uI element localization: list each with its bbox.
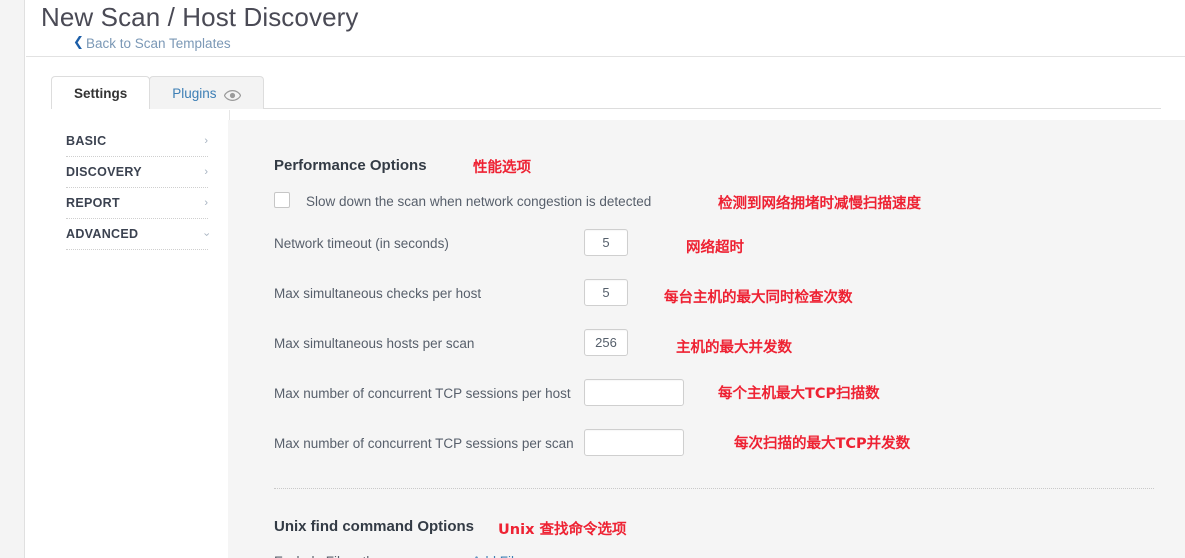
max-hosts-per-scan-annotation: 主机的最大并发数 xyxy=(676,340,792,356)
sidebar-item-advanced[interactable]: ADVANCED › xyxy=(66,219,213,250)
sidebar-item-report-label: REPORT xyxy=(66,196,120,210)
sidebar-item-discovery[interactable]: DISCOVERY › xyxy=(66,157,208,188)
max-tcp-sessions-per-host-label: Max number of concurrent TCP sessions pe… xyxy=(274,386,571,401)
network-timeout-label: Network timeout (in seconds) xyxy=(274,236,449,251)
max-checks-per-host-label: Max simultaneous checks per host xyxy=(274,286,482,301)
tab-plugins-label: Plugins xyxy=(172,85,217,101)
chevron-left-icon: ❮ xyxy=(73,34,84,49)
sidebar-item-advanced-label: ADVANCED xyxy=(66,227,139,241)
network-timeout-annotation: 网络超时 xyxy=(686,240,744,256)
section-divider xyxy=(274,488,1154,489)
unix-find-options-title-annotation: Unix 查找命令选项 xyxy=(498,522,627,538)
settings-body: BASIC › DISCOVERY › REPORT › ADVANCED › … xyxy=(26,110,1185,558)
chevron-down-icon: › xyxy=(200,232,213,236)
max-tcp-sessions-per-scan-annotation: 每次扫描的最大TCP并发数 xyxy=(734,436,911,452)
back-to-scan-templates-link[interactable]: Back to Scan Templates xyxy=(86,36,231,51)
network-timeout-input[interactable] xyxy=(584,229,628,256)
unix-find-options-title: Unix find command Options xyxy=(274,518,475,535)
tab-plugins[interactable]: Plugins xyxy=(149,76,264,109)
max-tcp-sessions-per-scan-input[interactable] xyxy=(584,429,684,456)
slow-down-scan-annotation: 检测到网络拥堵时减慢扫描速度 xyxy=(718,196,921,212)
page-header: New Scan / Host Discovery ❮ Back to Scan… xyxy=(26,0,1185,57)
sidebar-item-discovery-label: DISCOVERY xyxy=(66,165,142,179)
tab-settings-label: Settings xyxy=(74,85,128,101)
max-hosts-per-scan-label: Max simultaneous hosts per scan xyxy=(274,336,475,351)
exclude-filepath-label: Exclude Filepath xyxy=(274,554,374,558)
settings-sidebar: BASIC › DISCOVERY › REPORT › ADVANCED › xyxy=(66,126,213,250)
max-checks-per-host-input[interactable] xyxy=(584,279,628,306)
max-checks-per-host-annotation: 每台主机的最大同时检查次数 xyxy=(664,290,853,306)
chevron-right-icon: › xyxy=(204,196,208,209)
tab-settings[interactable]: Settings xyxy=(51,76,151,109)
max-tcp-sessions-per-host-input[interactable] xyxy=(584,379,684,406)
scan-configuration-page: New Scan / Host Discovery ❮ Back to Scan… xyxy=(0,0,1185,558)
chevron-right-icon: › xyxy=(204,165,208,178)
max-hosts-per-scan-input[interactable] xyxy=(584,329,628,356)
slow-down-scan-label: Slow down the scan when network congesti… xyxy=(306,194,652,209)
sidebar-item-report[interactable]: REPORT › xyxy=(66,188,208,219)
slow-down-scan-checkbox[interactable] xyxy=(274,192,290,208)
sidebar-item-basic[interactable]: BASIC › xyxy=(66,126,208,157)
max-tcp-sessions-per-scan-label: Max number of concurrent TCP sessions pe… xyxy=(274,436,574,451)
tab-bar: Settings Plugins xyxy=(26,57,1185,110)
add-file-link[interactable]: Add File xyxy=(472,554,522,558)
performance-options-title-annotation: 性能选项 xyxy=(473,160,531,176)
page-title: New Scan / Host Discovery xyxy=(41,2,359,32)
tab-strip: Settings Plugins xyxy=(51,76,264,109)
left-gutter xyxy=(0,0,25,558)
performance-options-title: Performance Options xyxy=(274,157,427,174)
tab-active-mask xyxy=(52,108,142,110)
chevron-right-icon: › xyxy=(204,134,208,147)
sidebar-item-basic-label: BASIC xyxy=(66,134,107,148)
max-tcp-sessions-per-host-annotation: 每个主机最大TCP扫描数 xyxy=(718,386,880,402)
settings-panel: Performance Options 性能选项 Slow down the s… xyxy=(228,120,1185,558)
eye-icon xyxy=(223,89,241,101)
